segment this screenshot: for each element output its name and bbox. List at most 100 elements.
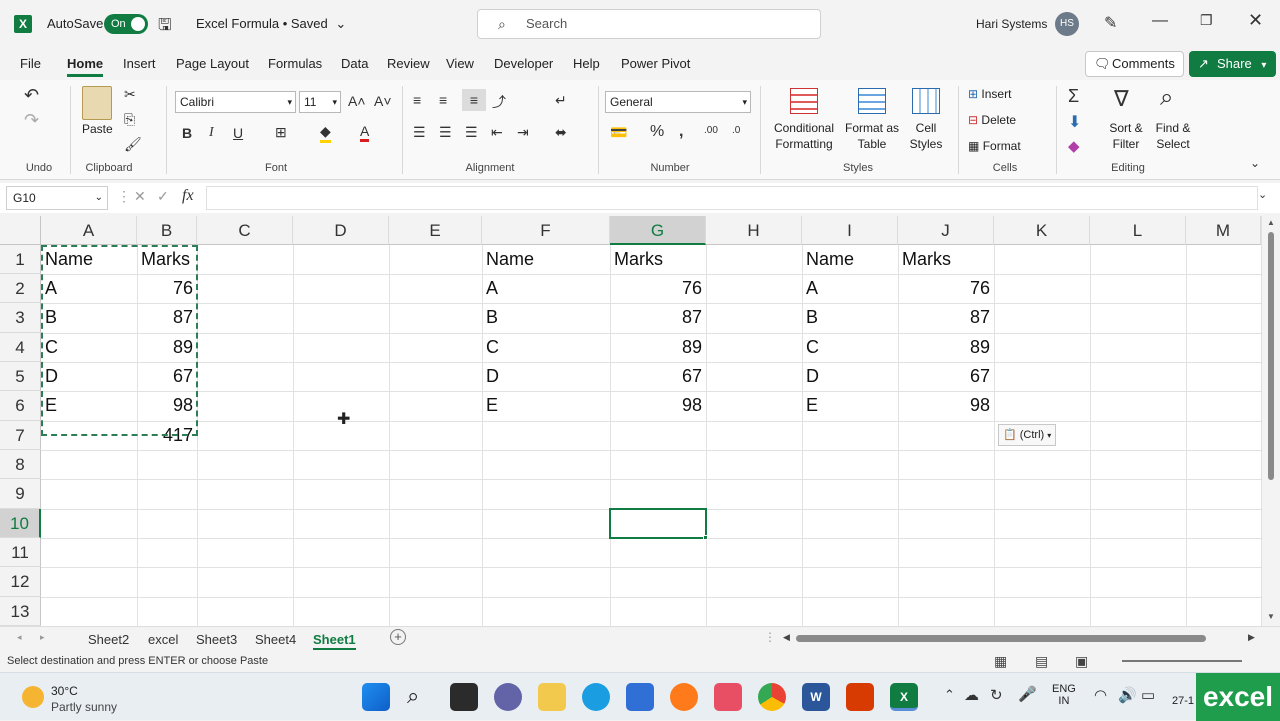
font-name-select[interactable]: Calibri ▾: [175, 91, 296, 113]
row-header-6[interactable]: 6: [0, 391, 41, 421]
tab-data[interactable]: Data: [341, 56, 368, 71]
align-center-icon[interactable]: ☰: [439, 124, 452, 141]
active-cell-g10[interactable]: [609, 508, 707, 539]
underline-icon[interactable]: U: [233, 125, 243, 141]
cell-f5[interactable]: D: [486, 362, 499, 391]
decrease-font-icon[interactable]: A˅: [374, 93, 392, 109]
font-color-icon[interactable]: A: [360, 123, 370, 142]
sheet-tab-excel[interactable]: excel: [148, 630, 178, 650]
col-header-b[interactable]: B: [137, 216, 197, 245]
avatar[interactable]: HS: [1055, 12, 1079, 36]
cell-j3[interactable]: 87: [898, 303, 990, 332]
col-header-d[interactable]: D: [293, 216, 389, 245]
autosave-toggle[interactable]: On: [104, 14, 148, 34]
cell-i1[interactable]: Name: [806, 245, 854, 274]
row-header-4[interactable]: 4: [0, 333, 41, 362]
more-options-icon[interactable]: ⋮: [117, 188, 131, 205]
undo-icon[interactable]: ↶: [24, 85, 39, 106]
name-box[interactable]: G10 ⌄: [6, 186, 108, 210]
row-header-8[interactable]: 8: [0, 450, 41, 479]
redo-icon[interactable]: ↷: [24, 110, 39, 131]
format-cells-button[interactable]: ▦ Format: [968, 139, 1021, 153]
increase-indent-icon[interactable]: ⇥: [517, 124, 529, 141]
cell-j5[interactable]: 67: [898, 362, 990, 391]
worksheet-grid[interactable]: A B C D E F G H I J K L M 1 2 3 4 5 6 7 …: [0, 216, 1280, 626]
teams-chat-icon[interactable]: [494, 683, 522, 711]
tab-home[interactable]: Home: [67, 56, 104, 77]
row-header-11[interactable]: 11: [0, 538, 41, 567]
row-header-9[interactable]: 9: [0, 479, 41, 509]
expand-formula-bar-icon[interactable]: ⌄: [1258, 188, 1267, 201]
borders-icon[interactable]: ⊞: [275, 124, 287, 141]
col-header-h[interactable]: H: [706, 216, 802, 245]
word-icon[interactable]: W: [802, 683, 830, 711]
format-painter-icon[interactable]: 🖌: [124, 136, 142, 153]
col-header-c[interactable]: C: [197, 216, 293, 245]
tab-view[interactable]: View: [446, 56, 474, 71]
delete-cells-button[interactable]: ⊟ Delete: [968, 113, 1016, 127]
insert-function-icon[interactable]: fx: [182, 187, 194, 205]
insert-cells-button[interactable]: ⊞ Insert: [968, 87, 1011, 101]
col-header-i[interactable]: I: [802, 216, 898, 245]
cell-styles-icon[interactable]: [912, 88, 940, 114]
chrome-icon[interactable]: [758, 683, 786, 711]
sort-filter-icon[interactable]: ∇: [1114, 86, 1129, 112]
cell-g3[interactable]: 87: [610, 303, 702, 332]
search-box[interactable]: ⌕ Search: [477, 9, 821, 39]
merge-center-icon[interactable]: ⬌: [555, 124, 567, 141]
save-icon[interactable]: 🖫: [158, 14, 172, 41]
paste-button[interactable]: Paste: [82, 122, 113, 136]
conditional-formatting-button[interactable]: Conditional Formatting: [768, 120, 840, 152]
weather-description[interactable]: Partly sunny: [51, 700, 117, 714]
paste-options-button[interactable]: 📋 (Ctrl) ▾: [998, 424, 1056, 446]
sheet-tab-sheet3[interactable]: Sheet3: [196, 630, 237, 650]
restore-icon[interactable]: ❐: [1200, 12, 1213, 29]
wrap-text-icon[interactable]: ↵: [555, 92, 567, 109]
cell-f4[interactable]: C: [486, 333, 499, 362]
sheet-tab-sheet1[interactable]: Sheet1: [313, 630, 356, 650]
find-icon[interactable]: ⌕: [1160, 84, 1173, 112]
cancel-entry-icon[interactable]: ✕: [134, 188, 146, 205]
col-header-k[interactable]: K: [994, 216, 1090, 245]
copy-icon[interactable]: ⎘: [124, 111, 135, 128]
pen-icon[interactable]: ✎: [1104, 13, 1117, 33]
orientation-icon[interactable]: ⤴: [492, 92, 506, 112]
cell-i4[interactable]: C: [806, 333, 819, 362]
cell-j1[interactable]: Marks: [902, 245, 951, 274]
windows-start-icon[interactable]: [362, 683, 390, 711]
col-header-e[interactable]: E: [389, 216, 482, 245]
increase-decimal-icon[interactable]: .00: [704, 125, 718, 136]
tab-review[interactable]: Review: [387, 56, 430, 71]
number-format-select[interactable]: General ▾: [605, 91, 751, 113]
col-header-m[interactable]: M: [1186, 216, 1261, 245]
format-as-table-button[interactable]: Format as Table: [842, 120, 902, 152]
tray-chevron-icon[interactable]: ⌃: [944, 687, 955, 703]
increase-font-icon[interactable]: A˄: [348, 93, 366, 109]
decrease-decimal-icon[interactable]: .0: [732, 125, 740, 136]
powerpoint-icon[interactable]: [846, 683, 874, 711]
taskbar-search-icon[interactable]: ⌕: [407, 683, 419, 709]
share-button[interactable]: ↗ Share ▾: [1189, 51, 1277, 77]
tab-formulas[interactable]: Formulas: [268, 56, 322, 71]
vertical-scroll-thumb[interactable]: [1268, 232, 1274, 480]
close-icon[interactable]: ✕: [1248, 10, 1263, 31]
cell-f6[interactable]: E: [486, 391, 498, 420]
italic-icon[interactable]: I: [209, 125, 214, 141]
tab-power-pivot[interactable]: Power Pivot: [621, 56, 690, 71]
cell-g5[interactable]: 67: [610, 362, 702, 391]
row-header-5[interactable]: 5: [0, 362, 41, 391]
cell-g4[interactable]: 89: [610, 333, 702, 362]
cell-i2[interactable]: A: [806, 274, 818, 303]
edge-browser-icon[interactable]: [582, 683, 610, 711]
task-view-icon[interactable]: [450, 683, 478, 711]
minimize-icon[interactable]: —: [1152, 12, 1168, 30]
prev-sheet-icon[interactable]: ◂: [17, 632, 22, 643]
comments-button[interactable]: 🗨 Comments: [1085, 51, 1184, 77]
cell-styles-button[interactable]: Cell Styles: [900, 120, 952, 152]
cell-g1[interactable]: Marks: [614, 245, 663, 274]
cell-g6[interactable]: 98: [610, 391, 702, 420]
tab-developer[interactable]: Developer: [494, 56, 553, 71]
scroll-down-icon[interactable]: ▼: [1267, 612, 1275, 621]
tab-insert[interactable]: Insert: [123, 56, 156, 71]
tab-file[interactable]: File: [20, 56, 41, 71]
